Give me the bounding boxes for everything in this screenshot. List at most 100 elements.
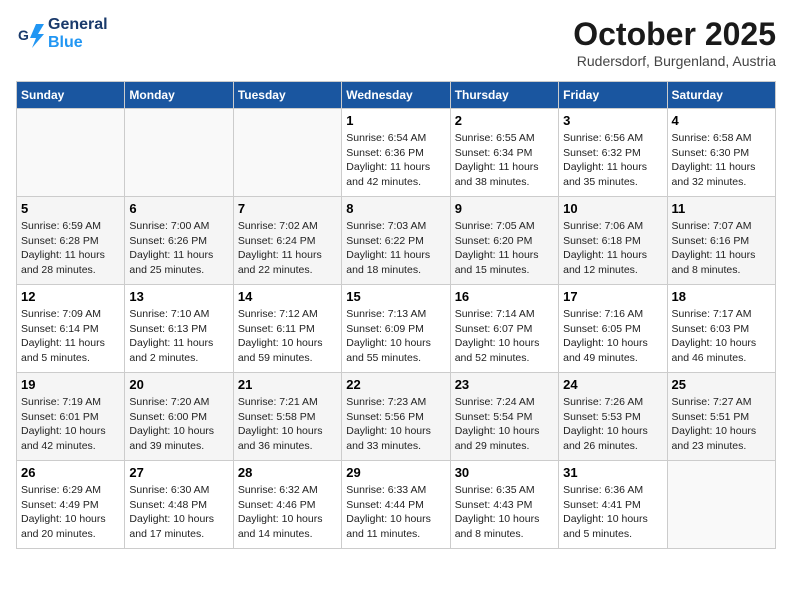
calendar-cell: 26Sunrise: 6:29 AMSunset: 4:49 PMDayligh… [17,461,125,549]
day-info-text: Sunset: 6:36 PM [346,146,445,161]
day-info-text: Sunset: 6:30 PM [672,146,771,161]
calendar-cell: 2Sunrise: 6:55 AMSunset: 6:34 PMDaylight… [450,109,558,197]
day-info-text: Sunset: 6:05 PM [563,322,662,337]
day-of-week-header: Tuesday [233,82,341,109]
day-info-text: Sunrise: 6:55 AM [455,131,554,146]
day-number: 26 [21,465,120,480]
day-info-text: Daylight: 11 hours and 25 minutes. [129,248,228,277]
day-number: 6 [129,201,228,216]
day-number: 4 [672,113,771,128]
day-info-text: Sunset: 6:34 PM [455,146,554,161]
day-info-text: Sunrise: 6:59 AM [21,219,120,234]
logo: G General Blue [16,16,108,52]
day-number: 3 [563,113,662,128]
day-info-text: Sunrise: 6:54 AM [346,131,445,146]
day-number: 25 [672,377,771,392]
day-info-text: Daylight: 10 hours and 49 minutes. [563,336,662,365]
day-info-text: Sunrise: 7:02 AM [238,219,337,234]
day-info-text: Daylight: 11 hours and 18 minutes. [346,248,445,277]
day-info-text: Sunset: 5:56 PM [346,410,445,425]
calendar-cell: 16Sunrise: 7:14 AMSunset: 6:07 PMDayligh… [450,285,558,373]
calendar-cell: 5Sunrise: 6:59 AMSunset: 6:28 PMDaylight… [17,197,125,285]
day-number: 23 [455,377,554,392]
day-number: 14 [238,289,337,304]
day-info-text: Sunrise: 7:00 AM [129,219,228,234]
calendar-cell: 20Sunrise: 7:20 AMSunset: 6:00 PMDayligh… [125,373,233,461]
day-of-week-header: Sunday [17,82,125,109]
day-info-text: Sunrise: 6:30 AM [129,483,228,498]
day-number: 16 [455,289,554,304]
day-info-text: Sunset: 4:43 PM [455,498,554,513]
day-info-text: Sunset: 4:46 PM [238,498,337,513]
day-info-text: Sunrise: 7:06 AM [563,219,662,234]
calendar-cell [17,109,125,197]
day-info-text: Sunrise: 7:21 AM [238,395,337,410]
day-info-text: Sunset: 6:28 PM [21,234,120,249]
logo-general: General [48,16,108,34]
day-info-text: Sunrise: 7:10 AM [129,307,228,322]
calendar-cell: 14Sunrise: 7:12 AMSunset: 6:11 PMDayligh… [233,285,341,373]
day-info-text: Daylight: 11 hours and 5 minutes. [21,336,120,365]
calendar-week-row: 12Sunrise: 7:09 AMSunset: 6:14 PMDayligh… [17,285,776,373]
calendar-cell: 8Sunrise: 7:03 AMSunset: 6:22 PMDaylight… [342,197,450,285]
calendar-cell [667,461,775,549]
day-info-text: Sunrise: 6:29 AM [21,483,120,498]
day-info-text: Sunrise: 6:58 AM [672,131,771,146]
day-info-text: Daylight: 11 hours and 32 minutes. [672,160,771,189]
day-number: 29 [346,465,445,480]
day-info-text: Daylight: 10 hours and 42 minutes. [21,424,120,453]
calendar-cell: 23Sunrise: 7:24 AMSunset: 5:54 PMDayligh… [450,373,558,461]
day-info-text: Sunset: 6:26 PM [129,234,228,249]
day-number: 12 [21,289,120,304]
day-info-text: Sunset: 6:09 PM [346,322,445,337]
day-info-text: Sunset: 4:44 PM [346,498,445,513]
calendar-body: 1Sunrise: 6:54 AMSunset: 6:36 PMDaylight… [17,109,776,549]
day-info-text: Sunrise: 6:32 AM [238,483,337,498]
page-header: G General Blue October 2025 Rudersdorf, … [16,16,776,69]
day-info-text: Sunset: 6:00 PM [129,410,228,425]
day-info-text: Sunset: 6:13 PM [129,322,228,337]
day-of-week-header: Wednesday [342,82,450,109]
logo-icon: G [16,20,44,48]
calendar-cell: 21Sunrise: 7:21 AMSunset: 5:58 PMDayligh… [233,373,341,461]
day-info-text: Sunset: 4:48 PM [129,498,228,513]
day-info-text: Sunset: 6:01 PM [21,410,120,425]
day-info-text: Sunset: 5:53 PM [563,410,662,425]
calendar-cell: 3Sunrise: 6:56 AMSunset: 6:32 PMDaylight… [559,109,667,197]
day-info-text: Sunset: 4:49 PM [21,498,120,513]
calendar-cell: 22Sunrise: 7:23 AMSunset: 5:56 PMDayligh… [342,373,450,461]
day-info-text: Daylight: 10 hours and 36 minutes. [238,424,337,453]
day-info-text: Sunset: 6:03 PM [672,322,771,337]
calendar-week-row: 5Sunrise: 6:59 AMSunset: 6:28 PMDaylight… [17,197,776,285]
location-subtitle: Rudersdorf, Burgenland, Austria [573,53,776,69]
day-info-text: Sunrise: 7:07 AM [672,219,771,234]
calendar-cell: 28Sunrise: 6:32 AMSunset: 4:46 PMDayligh… [233,461,341,549]
day-info-text: Sunrise: 6:35 AM [455,483,554,498]
calendar-week-row: 19Sunrise: 7:19 AMSunset: 6:01 PMDayligh… [17,373,776,461]
svg-text:G: G [18,27,29,43]
day-info-text: Sunset: 4:41 PM [563,498,662,513]
calendar-cell [125,109,233,197]
day-info-text: Sunrise: 7:17 AM [672,307,771,322]
day-info-text: Daylight: 10 hours and 5 minutes. [563,512,662,541]
day-of-week-header: Monday [125,82,233,109]
calendar-cell: 24Sunrise: 7:26 AMSunset: 5:53 PMDayligh… [559,373,667,461]
month-title: October 2025 [573,16,776,53]
day-info-text: Daylight: 10 hours and 17 minutes. [129,512,228,541]
day-number: 18 [672,289,771,304]
day-info-text: Daylight: 10 hours and 46 minutes. [672,336,771,365]
day-info-text: Sunrise: 7:12 AM [238,307,337,322]
day-info-text: Sunset: 6:18 PM [563,234,662,249]
calendar-cell [233,109,341,197]
day-info-text: Sunset: 6:24 PM [238,234,337,249]
calendar-cell: 6 Sunrise: 7:00 AMSunset: 6:26 PMDaylight… [125,197,233,285]
calendar-cell: 13Sunrise: 7:10 AMSunset: 6:13 PMDayligh… [125,285,233,373]
day-info-text: Daylight: 11 hours and 12 minutes. [563,248,662,277]
day-info-text: Sunrise: 7:05 AM [455,219,554,234]
calendar-cell: 27Sunrise: 6:30 AMSunset: 4:48 PMDayligh… [125,461,233,549]
calendar-week-row: 1Sunrise: 6:54 AMSunset: 6:36 PMDaylight… [17,109,776,197]
day-info-text: Sunrise: 7:23 AM [346,395,445,410]
day-info-text: Daylight: 11 hours and 15 minutes. [455,248,554,277]
day-info-text: Sunrise: 7:24 AM [455,395,554,410]
day-info-text: Daylight: 11 hours and 8 minutes. [672,248,771,277]
